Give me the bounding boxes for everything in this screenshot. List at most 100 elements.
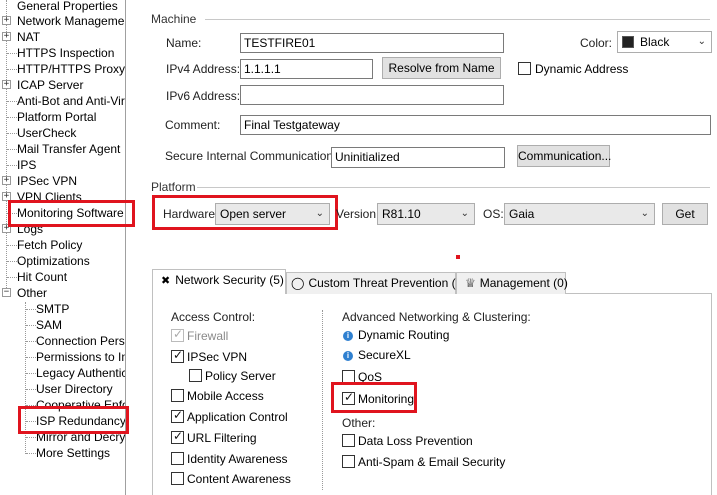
tree-item-other[interactable]: Other — [17, 285, 47, 301]
tab-network-security-label: Network Security (5) — [175, 273, 284, 287]
dlp-checkbox[interactable] — [342, 434, 355, 447]
tree-branch — [7, 165, 17, 166]
access-control-title: Access Control: — [171, 310, 256, 324]
expand-plus-icon[interactable]: + — [2, 80, 11, 89]
tree-item-network-management[interactable]: Network Management — [17, 13, 125, 29]
dlp-label: Data Loss Prevention — [358, 434, 473, 448]
chevron-down-icon: ⌄ — [697, 36, 706, 47]
column-divider — [322, 310, 323, 490]
ipv6-label: IPv6 Address: — [166, 89, 241, 103]
tree-item-more-settings[interactable]: More Settings — [36, 445, 110, 461]
expand-plus-icon[interactable]: + — [2, 16, 11, 25]
os-label: OS: — [483, 207, 504, 221]
ipv4-input[interactable]: 1.1.1.1 — [240, 59, 373, 79]
content-awareness-label: Content Awareness — [187, 472, 291, 486]
tree-branch — [26, 341, 36, 342]
ipsec-vpn-label: IPSec VPN — [187, 350, 248, 364]
tab-custom-threat-prevention-label: Custom Threat Prevention (3) — [308, 276, 467, 290]
url-filtering-checkbox[interactable]: ✓ — [171, 429, 184, 444]
tree-item-legacy-auth[interactable]: Legacy Authentica — [36, 365, 125, 381]
mobile-access-label: Mobile Access — [187, 389, 264, 403]
color-select[interactable]: Black ⌄ — [617, 31, 712, 53]
anti-spam-label: Anti-Spam & Email Security — [358, 455, 506, 469]
advanced-networking-title: Advanced Networking & Clustering: — [342, 310, 531, 324]
chevron-down-icon: ⌄ — [460, 208, 469, 219]
dynamic-address-checkbox[interactable] — [518, 62, 531, 75]
url-filtering-label: URL Filtering — [187, 431, 257, 445]
ipv4-label: IPv4 Address: — [166, 62, 241, 76]
application-control-label: Application Control — [187, 410, 288, 424]
securexl-label: SecureXL — [358, 348, 411, 362]
platform-separator — [197, 187, 710, 188]
tree-item-https-inspection[interactable]: HTTPS Inspection — [17, 45, 114, 61]
tree-item-fetch-policy[interactable]: Fetch Policy — [17, 237, 82, 253]
tree-item-optimizations[interactable]: Optimizations — [17, 253, 90, 269]
identity-awareness-label: Identity Awareness — [187, 452, 288, 466]
tree-branch — [26, 389, 36, 390]
comment-input[interactable]: Final Testgateway — [240, 115, 711, 135]
firewall-label: Firewall — [187, 329, 229, 343]
tree-item-platform-portal[interactable]: Platform Portal — [17, 109, 96, 125]
tab-custom-threat-prevention[interactable]: ◯ Custom Threat Prevention (3) — [286, 272, 466, 294]
version-label: Version: — [336, 207, 380, 221]
content-awareness-checkbox[interactable] — [171, 472, 184, 485]
info-icon: i — [343, 331, 353, 341]
tree-branch — [7, 245, 17, 246]
highlight-monitoring-software — [8, 200, 135, 227]
version-value: R81.10 — [382, 207, 421, 221]
tree-item-mail-transfer-agent[interactable]: Mail Transfer Agent — [17, 141, 120, 157]
policy-server-checkbox[interactable] — [189, 369, 202, 382]
collapse-minus-icon[interactable]: − — [2, 288, 11, 297]
tree-item-hit-count[interactable]: Hit Count — [17, 269, 67, 285]
tab-management[interactable]: ♕ Management (0) — [456, 272, 568, 294]
tree-branch — [26, 437, 36, 438]
tab-management-label: Management (0) — [479, 276, 568, 290]
os-value: Gaia — [509, 207, 535, 221]
policy-server-label: Policy Server — [205, 369, 276, 383]
anti-spam-checkbox[interactable] — [342, 455, 355, 468]
communication-button[interactable]: Communication... — [517, 145, 611, 167]
tree-branch — [7, 53, 17, 54]
tree-branch — [7, 117, 17, 118]
tree-item-ipsec-vpn[interactable]: IPSec VPN — [17, 173, 77, 189]
get-button[interactable]: Get — [662, 203, 708, 225]
dynamic-address-label: Dynamic Address — [535, 62, 629, 76]
tree-item-sam[interactable]: SAM — [36, 317, 62, 333]
version-select[interactable]: R81.10 ⌄ — [377, 203, 475, 225]
tree-item-usercheck[interactable]: UserCheck — [17, 125, 76, 141]
expand-plus-icon[interactable]: + — [2, 176, 11, 185]
tree-item-permissions[interactable]: Permissions to Insta — [36, 349, 125, 365]
tree-item-connection-persist[interactable]: Connection Persist — [36, 333, 125, 349]
tree-item-icap-server[interactable]: ICAP Server — [17, 77, 83, 93]
tree-item-anti-bot[interactable]: Anti-Bot and Anti-Virus — [17, 93, 125, 109]
tree-item-nat[interactable]: NAT — [17, 29, 40, 45]
info-icon: i — [343, 351, 353, 361]
other-title: Other: — [342, 416, 376, 430]
tree-branch — [26, 309, 36, 310]
color-swatch — [622, 36, 634, 48]
tree-branch — [7, 69, 17, 70]
tree-item-ips[interactable]: IPS — [17, 157, 36, 173]
tree-item-smtp[interactable]: SMTP — [36, 301, 69, 317]
tree-item-http-proxy[interactable]: HTTP/HTTPS Proxy — [17, 61, 125, 77]
sic-label: Secure Internal Communication: — [165, 149, 337, 163]
dynamic-routing-label: Dynamic Routing — [358, 328, 450, 342]
os-select[interactable]: Gaia ⌄ — [504, 203, 655, 225]
highlight-hardware — [152, 195, 338, 230]
ipv6-input[interactable] — [240, 85, 504, 105]
tab-network-security[interactable]: ✖ Network Security (5) — [152, 269, 286, 294]
expand-plus-icon[interactable]: + — [2, 32, 11, 41]
highlight-isp-redundancy — [18, 406, 129, 434]
ipsec-vpn-checkbox[interactable]: ✓ — [171, 348, 184, 363]
application-control-checkbox[interactable]: ✓ — [171, 408, 184, 423]
identity-awareness-checkbox[interactable] — [171, 452, 184, 465]
tree-item-user-directory[interactable]: User Directory — [36, 381, 113, 397]
name-input[interactable]: TESTFIRE01 — [240, 33, 504, 53]
tree-branch — [7, 133, 17, 134]
tree-branch — [26, 325, 36, 326]
machine-section-title: Machine — [151, 12, 197, 26]
resolve-from-name-button[interactable]: Resolve from Name — [382, 57, 501, 79]
chevron-down-icon: ⌄ — [640, 208, 649, 219]
tree-item-general-properties[interactable]: General Properties — [17, 0, 118, 14]
mobile-access-checkbox[interactable] — [171, 389, 184, 402]
